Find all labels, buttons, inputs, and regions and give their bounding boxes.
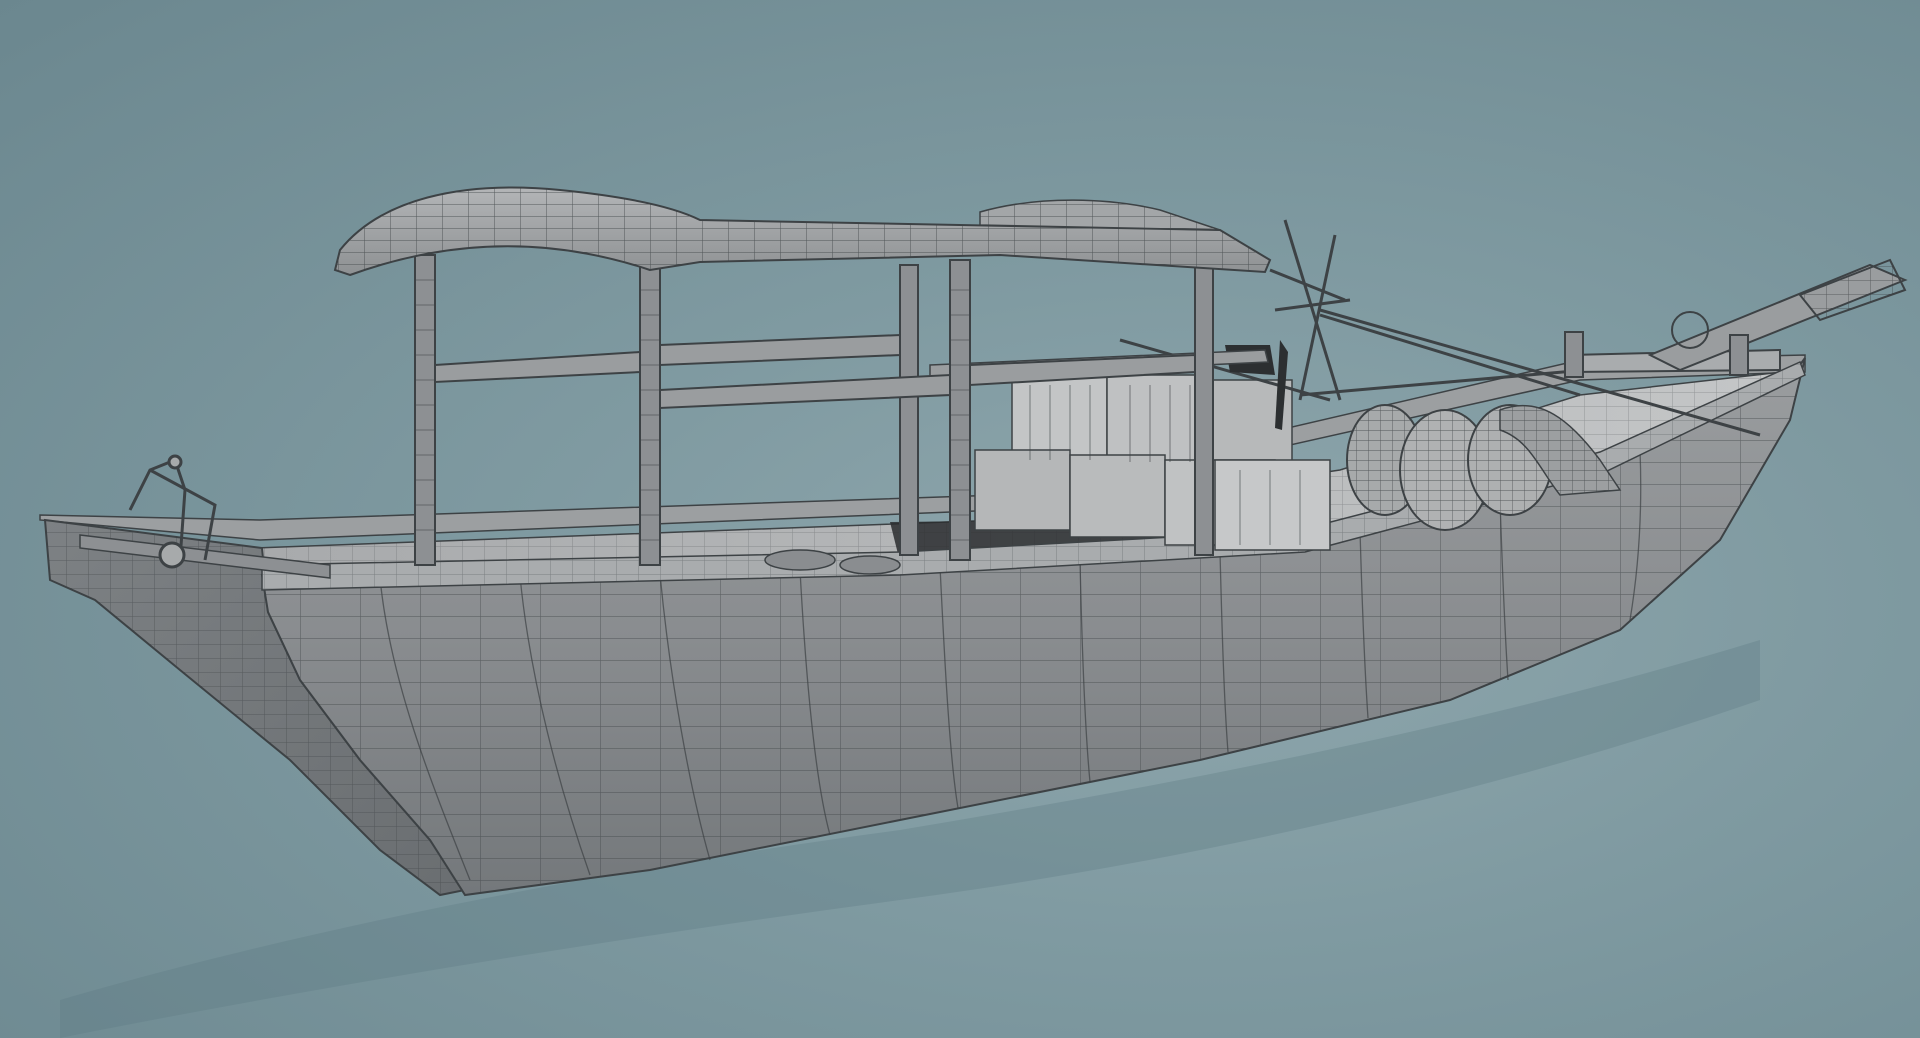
boat-scene — [39, 186, 1908, 1038]
cargo-crates — [974, 364, 1331, 551]
render-viewport — [0, 0, 1920, 1038]
basket-lid-1 — [764, 549, 836, 571]
rudder-oar — [1564, 258, 1908, 378]
canopy-roof — [333, 186, 1272, 277]
basket-lid-2 — [839, 555, 901, 575]
